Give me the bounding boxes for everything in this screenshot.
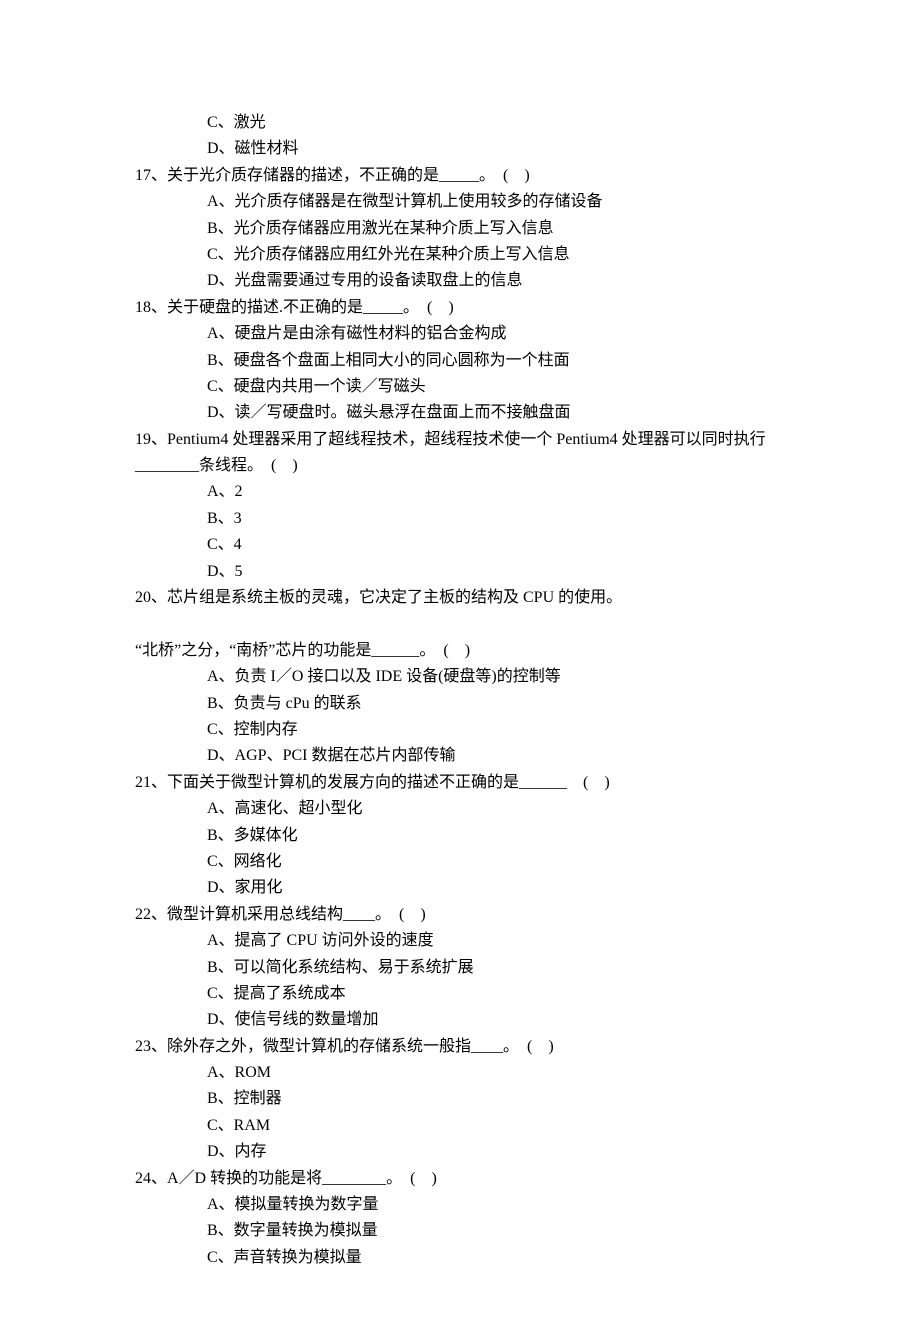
answer-option: A、模拟量转换为数字量 — [135, 1192, 785, 1218]
answer-option: A、ROM — [135, 1060, 785, 1086]
answer-option: A、提高了 CPU 访问外设的速度 — [135, 928, 785, 954]
answer-option: D、使信号线的数量增加 — [135, 1007, 785, 1033]
answer-option: C、光介质存储器应用红外光在某种介质上写入信息 — [135, 242, 785, 268]
question-line: 18、关于硬盘的描述.不正确的是_____。 ( ) — [135, 295, 785, 321]
answer-option: A、负责 I／O 接口以及 IDE 设备(硬盘等)的控制等 — [135, 664, 785, 690]
answer-option: A、2 — [135, 479, 785, 505]
answer-option: C、RAM — [135, 1113, 785, 1139]
answer-option: D、读／写硬盘时。磁头悬浮在盘面上而不接触盘面 — [135, 400, 785, 426]
answer-option: B、控制器 — [135, 1086, 785, 1112]
question-line: 23、除外存之外，微型计算机的存储系统一般指____。 ( ) — [135, 1034, 785, 1060]
answer-option: D、家用化 — [135, 875, 785, 901]
question-line: 24、A／D 转换的功能是将________。 ( ) — [135, 1166, 785, 1192]
answer-option: B、光介质存储器应用激光在某种介质上写入信息 — [135, 216, 785, 242]
answer-option: D、光盘需要通过专用的设备读取盘上的信息 — [135, 268, 785, 294]
question-line: “北桥”之分，“南桥”芯片的功能是______。 ( ) — [135, 638, 785, 664]
question-line: 19、Pentium4 处理器采用了超线程技术，超线程技术使一个 Pentium… — [135, 427, 785, 453]
question-line: 20、芯片组是系统主板的灵魂，它决定了主板的结构及 CPU 的使用。 — [135, 585, 785, 611]
document-page: C、激光D、磁性材料17、关于光介质存储器的描述，不正确的是_____。 ( )… — [0, 0, 920, 1331]
answer-option: B、负责与 cPu 的联系 — [135, 691, 785, 717]
answer-option: B、可以简化系统结构、易于系统扩展 — [135, 955, 785, 981]
answer-option: C、硬盘内共用一个读／写磁头 — [135, 374, 785, 400]
answer-option: C、提高了系统成本 — [135, 981, 785, 1007]
question-line: ________条线程。 ( ) — [135, 453, 785, 479]
answer-option: D、5 — [135, 559, 785, 585]
answer-option: B、多媒体化 — [135, 823, 785, 849]
answer-option: A、高速化、超小型化 — [135, 796, 785, 822]
answer-option: B、数字量转换为模拟量 — [135, 1218, 785, 1244]
answer-option: A、光介质存储器是在微型计算机上使用较多的存储设备 — [135, 189, 785, 215]
answer-option: B、3 — [135, 506, 785, 532]
answer-option: C、激光 — [135, 110, 785, 136]
question-line: 17、关于光介质存储器的描述，不正确的是_____。 ( ) — [135, 163, 785, 189]
answer-option: D、内存 — [135, 1139, 785, 1165]
question-line: 22、微型计算机采用总线结构____。 ( ) — [135, 902, 785, 928]
answer-option: A、硬盘片是由涂有磁性材料的铝合金构成 — [135, 321, 785, 347]
answer-option: D、AGP、PCI 数据在芯片内部传输 — [135, 743, 785, 769]
answer-option: D、磁性材料 — [135, 136, 785, 162]
answer-option: C、4 — [135, 532, 785, 558]
answer-option: C、声音转换为模拟量 — [135, 1245, 785, 1271]
answer-option: C、网络化 — [135, 849, 785, 875]
answer-option: C、控制内存 — [135, 717, 785, 743]
question-line — [135, 611, 785, 637]
question-line: 21、下面关于微型计算机的发展方向的描述不正确的是______ ( ) — [135, 770, 785, 796]
answer-option: B、硬盘各个盘面上相同大小的同心圆称为一个柱面 — [135, 348, 785, 374]
